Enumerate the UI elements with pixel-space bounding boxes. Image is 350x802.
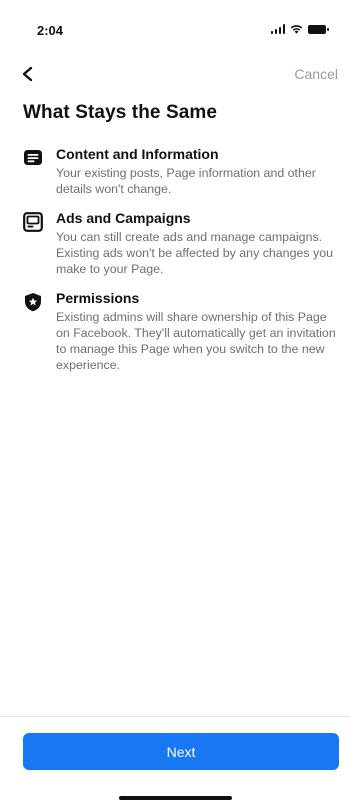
info-sections: Content and Information Your existing po… [0,146,350,386]
shield-star-icon [25,293,41,312]
signal-icon [270,24,285,34]
page-title: What Stays the Same [23,102,218,123]
content-list-icon [24,150,42,165]
battery-icon [308,24,329,34]
nav-bar: Cancel [0,62,350,88]
status-bar: 2:04 [0,0,350,52]
next-button[interactable]: Next [23,733,339,770]
cancel-button[interactable]: Cancel [294,66,338,82]
section-permissions: Permissions Existing admins will share o… [0,290,350,373]
wifi-icon [290,25,303,34]
section-title: Permissions [56,290,140,306]
chevron-left-icon [22,66,33,82]
section-description: Your existing posts, Page information an… [56,166,316,196]
section-ads-campaigns: Ads and Campaigns You can still create a… [0,210,350,277]
system-icons [270,24,329,34]
section-content-information: Content and Information Your existing po… [0,146,350,197]
section-description: You can still create ads and manage camp… [56,230,333,276]
back-button[interactable] [20,62,44,88]
status-time: 2:04 [37,23,64,38]
section-description: Existing admins will share ownership of … [56,310,336,372]
section-title: Content and Information [56,146,219,162]
home-indicator[interactable] [119,796,232,800]
section-title: Ads and Campaigns [56,210,191,226]
ad-screen-icon [23,212,43,232]
footer: Next [0,716,350,802]
